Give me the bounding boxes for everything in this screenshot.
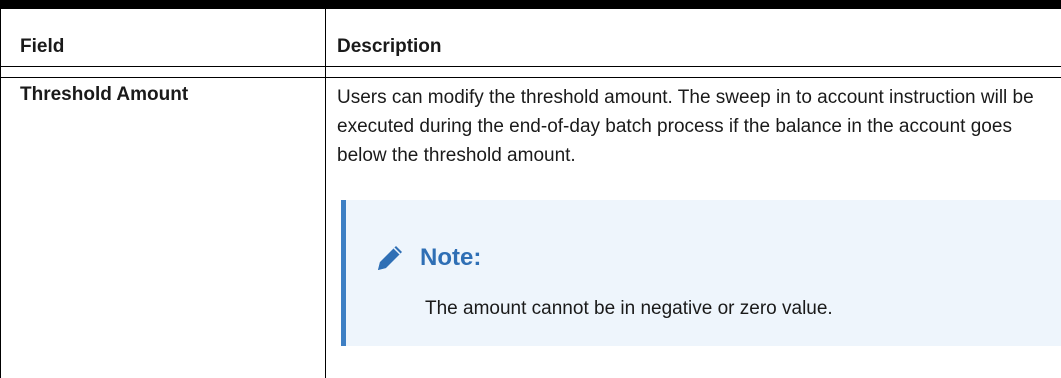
note-title: Note: <box>420 244 482 271</box>
pencil-icon <box>378 246 402 270</box>
header-field: Field <box>20 36 65 57</box>
row-divider <box>0 77 1061 78</box>
table-column-divider <box>325 9 326 378</box>
table-top-rule <box>0 0 1061 9</box>
note-callout: Note: The amount cannot be in negative o… <box>341 200 1061 346</box>
note-body: The amount cannot be in negative or zero… <box>425 298 833 319</box>
field-name: Threshold Amount <box>20 84 189 105</box>
header-description: Description <box>337 36 442 57</box>
field-description: Users can modify the threshold amount. T… <box>337 87 1034 166</box>
header-row-divider <box>0 66 1061 67</box>
table-left-border <box>0 9 1 378</box>
